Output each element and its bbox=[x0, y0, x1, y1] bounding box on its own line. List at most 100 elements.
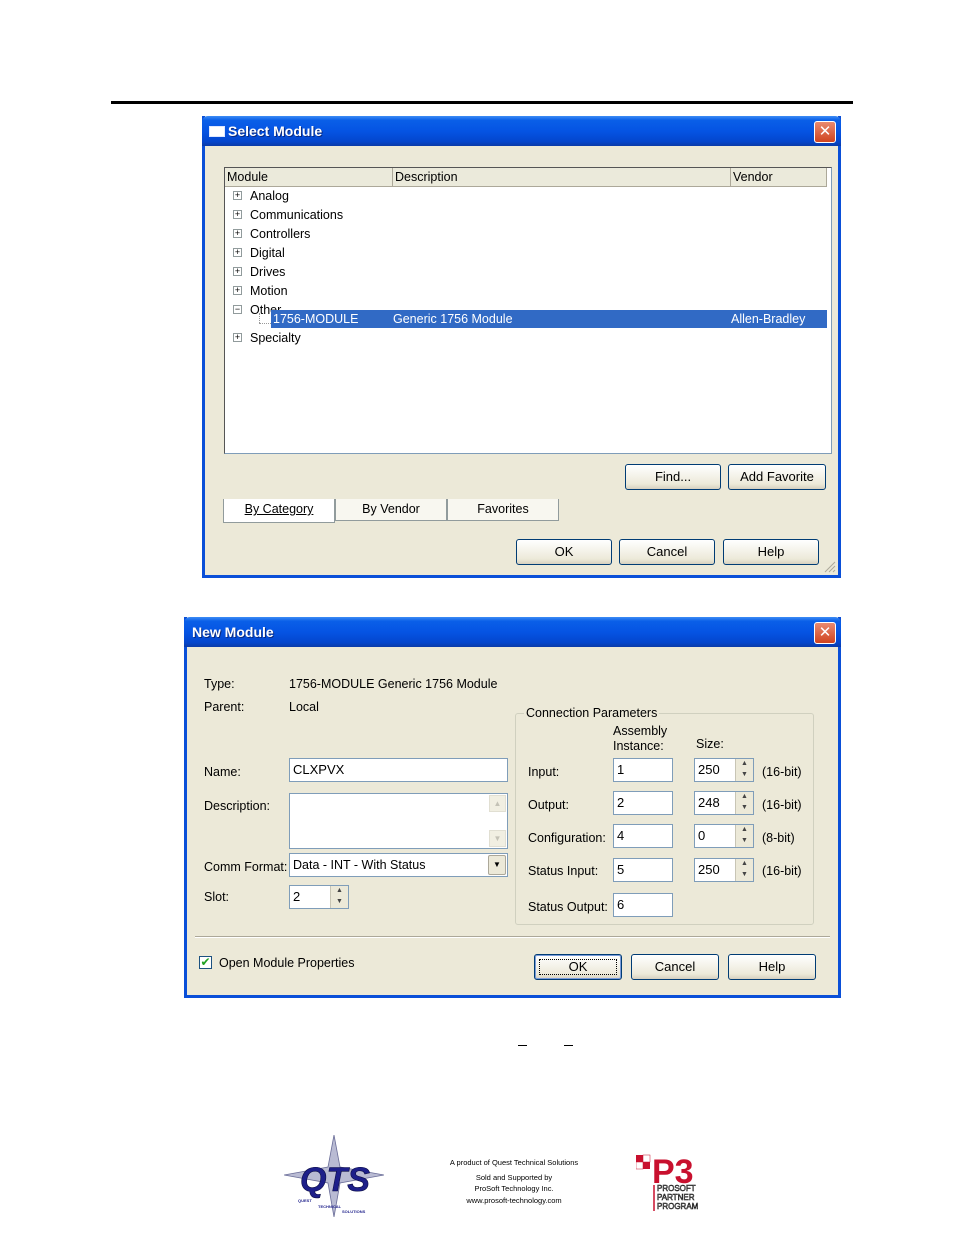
status-input-label: Status Input: bbox=[528, 864, 599, 878]
add-favorite-button[interactable]: Add Favorite bbox=[728, 464, 826, 490]
name-input[interactable]: CLXPVX bbox=[289, 758, 508, 782]
p3-logo: P3 PROSOFT PARTNER PROGRAM bbox=[636, 1153, 699, 1211]
cancel-button[interactable]: Cancel bbox=[631, 954, 719, 980]
slot-value: 2 bbox=[293, 889, 301, 904]
input-instance-field[interactable]: 1 bbox=[613, 758, 673, 782]
qts-word: TECHNICAL bbox=[318, 1204, 342, 1209]
resize-grip-icon[interactable] bbox=[824, 561, 836, 573]
input-size-spin[interactable]: ▲ ▼ bbox=[735, 759, 753, 781]
instance-header: Instance: bbox=[613, 739, 664, 753]
cancel-button[interactable]: Cancel bbox=[619, 539, 715, 565]
output-size-spin[interactable]: ▲ ▼ bbox=[735, 792, 753, 814]
tab-by-vendor[interactable]: By Vendor bbox=[335, 499, 447, 521]
parent-value: Local bbox=[289, 700, 319, 714]
tree-item-label: Communications bbox=[250, 208, 344, 222]
configuration-unit: (8-bit) bbox=[762, 831, 795, 845]
p3-word: PARTNER bbox=[657, 1193, 695, 1202]
help-button[interactable]: Help bbox=[728, 954, 816, 980]
tree-connector bbox=[259, 313, 260, 323]
module-vendor: Allen-Bradley bbox=[731, 312, 806, 326]
close-icon[interactable]: ✕ bbox=[814, 121, 836, 143]
module-name: 1756-MODULE bbox=[273, 312, 359, 326]
status-input-size-stepper[interactable]: 250 ▲ ▼ bbox=[694, 858, 754, 882]
column-header-module[interactable]: Module bbox=[225, 168, 393, 187]
footer-text: A product of Quest Technical Solutions S… bbox=[430, 1157, 598, 1206]
comm-format-select[interactable]: Data - INT - With Status ▼ bbox=[289, 853, 508, 877]
list-header: Module Description Vendor bbox=[225, 168, 831, 187]
output-size-stepper[interactable]: 248 ▲ ▼ bbox=[694, 791, 754, 815]
close-icon[interactable]: ✕ bbox=[814, 622, 836, 644]
qts-word: SOLUTIONS bbox=[342, 1209, 366, 1214]
tree-item-label: Motion bbox=[250, 284, 288, 298]
assembly-header: Assembly bbox=[613, 724, 668, 738]
configuration-label: Configuration: bbox=[528, 831, 606, 845]
tab-label: By Category bbox=[244, 502, 314, 516]
column-header-description[interactable]: Description bbox=[393, 168, 731, 187]
column-header-vendor[interactable]: Vendor bbox=[731, 168, 827, 187]
tree-connector bbox=[259, 323, 271, 324]
module-description: Generic 1756 Module bbox=[393, 312, 513, 326]
dash-mark bbox=[518, 1045, 527, 1046]
footer-line: ProSoft Technology Inc. bbox=[474, 1184, 554, 1193]
select-module-window: Select Module ✕ Module Description Vendo… bbox=[202, 116, 841, 578]
new-module-titlebar[interactable]: New Module ✕ bbox=[184, 617, 841, 647]
comm-format-value: Data - INT - With Status bbox=[293, 858, 426, 872]
status-input-size-spin[interactable]: ▲ ▼ bbox=[735, 859, 753, 881]
window-title: Select Module bbox=[228, 123, 323, 139]
open-properties-checkbox[interactable]: ✔ bbox=[199, 956, 212, 969]
scroll-up-icon[interactable]: ▲ bbox=[489, 795, 506, 812]
window-title: New Module bbox=[192, 624, 274, 640]
status-output-label: Status Output: bbox=[528, 900, 608, 914]
status-output-instance-field[interactable]: 6 bbox=[613, 893, 673, 917]
top-rule bbox=[111, 101, 853, 104]
window-icon bbox=[209, 126, 225, 137]
expand-icon[interactable]: + bbox=[233, 286, 242, 295]
status-input-instance-field[interactable]: 5 bbox=[613, 858, 673, 882]
expand-icon[interactable]: + bbox=[233, 229, 242, 238]
status-input-size-value: 250 bbox=[698, 862, 720, 877]
p3-word: PROGRAM bbox=[657, 1202, 699, 1211]
tree-item-label: Digital bbox=[250, 246, 285, 260]
slot-label: Slot: bbox=[204, 890, 230, 904]
tree-item-label: Controllers bbox=[250, 227, 311, 241]
slot-spin[interactable]: ▲ ▼ bbox=[330, 886, 348, 908]
qts-word: QUEST bbox=[298, 1198, 312, 1203]
comm-format-label: Comm Format: bbox=[204, 860, 288, 874]
input-size-stepper[interactable]: 250 ▲ ▼ bbox=[694, 758, 754, 782]
ok-button[interactable]: OK bbox=[516, 539, 612, 565]
configuration-size-spin[interactable]: ▲ ▼ bbox=[735, 825, 753, 847]
input-unit: (16-bit) bbox=[762, 765, 802, 779]
ok-button-label: OK bbox=[568, 959, 588, 974]
module-list[interactable]: Module Description Vendor + Analog + Com… bbox=[224, 167, 832, 454]
tab-favorites[interactable]: Favorites bbox=[447, 499, 559, 521]
divider bbox=[195, 936, 830, 938]
output-instance-field[interactable]: 2 bbox=[613, 791, 673, 815]
tab-by-category[interactable]: By Category bbox=[223, 499, 335, 523]
chevron-down-icon[interactable]: ▼ bbox=[488, 855, 506, 875]
footer-line: A product of Quest Technical Solutions bbox=[449, 1158, 579, 1167]
parent-label: Parent: bbox=[204, 700, 245, 714]
p3-word: PROSOFT bbox=[657, 1184, 696, 1193]
configuration-size-stepper[interactable]: 0 ▲ ▼ bbox=[694, 824, 754, 848]
connection-parameters-title: Connection Parameters bbox=[524, 706, 660, 720]
open-properties-label[interactable]: Open Module Properties bbox=[219, 956, 355, 970]
footer-line: Sold and Supported by bbox=[475, 1172, 553, 1182]
checkmark-icon: ✔ bbox=[200, 955, 211, 969]
help-button[interactable]: Help bbox=[723, 539, 819, 565]
expand-icon[interactable]: + bbox=[233, 248, 242, 257]
list-item-1756-module[interactable]: 1756-MODULE Generic 1756 Module Allen-Br… bbox=[271, 310, 827, 328]
description-textarea[interactable]: ▲ ▼ bbox=[289, 793, 508, 849]
expand-icon[interactable]: + bbox=[233, 333, 242, 342]
expand-icon[interactable]: + bbox=[233, 210, 242, 219]
expand-icon[interactable]: + bbox=[233, 191, 242, 200]
slot-stepper[interactable]: 2 ▲ ▼ bbox=[289, 885, 349, 909]
configuration-instance-field[interactable]: 4 bbox=[613, 824, 673, 848]
expand-icon[interactable]: + bbox=[233, 267, 242, 276]
output-unit: (16-bit) bbox=[762, 798, 802, 812]
ok-button[interactable]: OK bbox=[534, 954, 622, 980]
select-module-titlebar[interactable]: Select Module ✕ bbox=[202, 116, 841, 146]
type-value: 1756-MODULE Generic 1756 Module bbox=[289, 677, 498, 691]
find-button[interactable]: Find... bbox=[625, 464, 721, 490]
collapse-icon[interactable]: − bbox=[233, 305, 242, 314]
scroll-down-icon[interactable]: ▼ bbox=[489, 830, 506, 847]
